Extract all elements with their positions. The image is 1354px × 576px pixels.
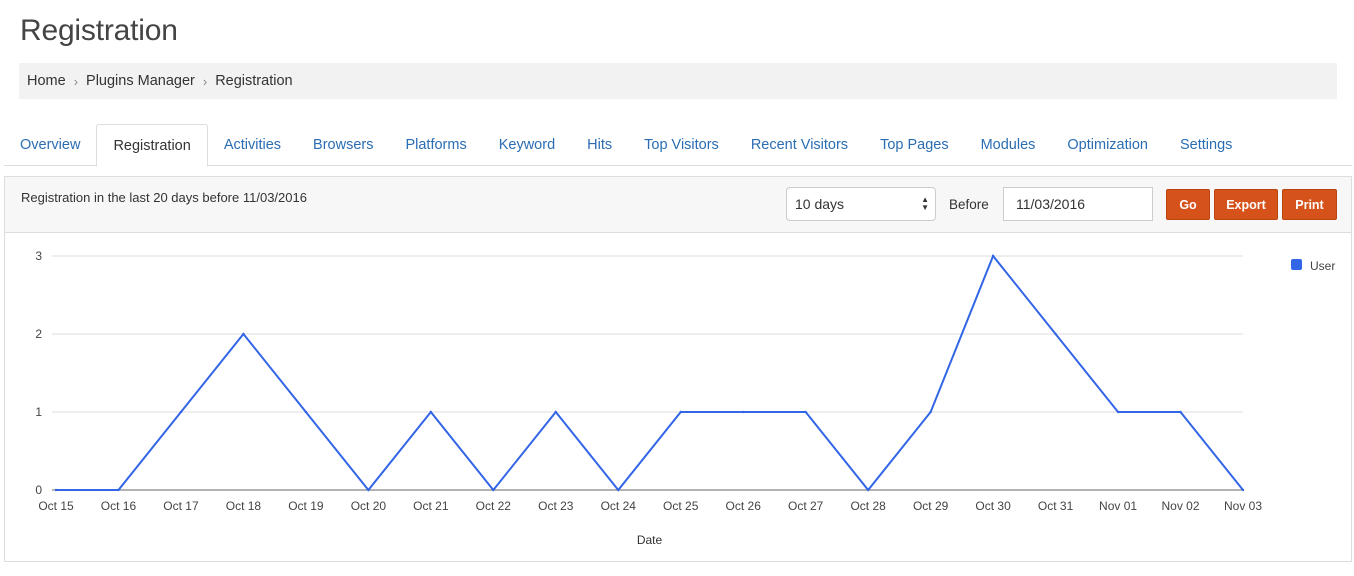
data-point — [179, 410, 183, 414]
data-point — [429, 410, 433, 414]
breadcrumb-home[interactable]: Home — [27, 73, 66, 89]
tab-browsers[interactable]: Browsers — [297, 124, 389, 166]
tab-registration[interactable]: Registration — [96, 124, 208, 167]
legend-label: User — [1310, 259, 1335, 273]
x-tick-label: Oct 25 — [663, 499, 699, 513]
data-point — [1054, 332, 1057, 336]
tab-overview[interactable]: Overview — [4, 124, 96, 166]
x-axis-label: Date — [637, 533, 663, 547]
range-select[interactable]: 10 days ▲ ▼ — [786, 187, 936, 221]
data-point — [866, 488, 870, 492]
data-point — [117, 488, 120, 492]
go-button[interactable]: Go — [1166, 189, 1210, 220]
legend-swatch — [1291, 259, 1302, 270]
y-tick-label: 3 — [35, 249, 42, 263]
x-tick-label: Oct 19 — [288, 499, 324, 513]
before-label: Before — [949, 197, 989, 212]
data-point — [929, 410, 932, 414]
x-tick-label: Nov 02 — [1162, 499, 1200, 513]
x-tick-label: Oct 17 — [163, 499, 199, 513]
data-point — [1179, 410, 1182, 414]
data-point — [679, 410, 682, 414]
x-tick-label: Oct 16 — [101, 499, 137, 513]
tab-bar: Overview Registration Activities Browser… — [4, 124, 1352, 167]
tab-top-visitors[interactable]: Top Visitors — [628, 124, 735, 166]
x-tick-label: Oct 21 — [413, 499, 449, 513]
x-tick-label: Oct 15 — [38, 499, 74, 513]
x-tick-label: Nov 03 — [1224, 499, 1262, 513]
data-point — [367, 488, 370, 492]
before-date-input[interactable] — [1003, 187, 1153, 221]
line-chart-svg: 0 1 2 3 Oct 15 Oct 16 Oct 17 Oct 18 Oct 19 Oct 20… — [35, 249, 1335, 547]
tab-activities[interactable]: Activities — [208, 124, 297, 166]
data-point — [54, 488, 58, 492]
chevron-right-icon: › — [202, 73, 208, 89]
tab-optimization[interactable]: Optimization — [1051, 124, 1164, 166]
print-button[interactable]: Print — [1282, 189, 1337, 220]
data-point — [617, 488, 620, 492]
x-tick-label: Oct 24 — [601, 499, 637, 513]
data-point — [492, 488, 495, 492]
chevron-right-icon: › — [73, 73, 79, 89]
page-title: Registration — [20, 14, 178, 47]
x-tick-label: Oct 18 — [226, 499, 262, 513]
export-button[interactable]: Export — [1214, 189, 1278, 220]
x-tick-label: Nov 01 — [1099, 499, 1137, 513]
y-tick-label: 0 — [35, 483, 42, 497]
breadcrumb-current: Registration — [215, 73, 293, 89]
breadcrumb: Home › Plugins Manager › Registration — [19, 63, 1337, 99]
x-tick-label: Oct 28 — [850, 499, 886, 513]
y-tick-label: 2 — [35, 327, 42, 341]
data-point — [1241, 488, 1245, 492]
data-point — [804, 410, 807, 414]
select-arrows-icon: ▲ ▼ — [921, 195, 929, 212]
x-tick-label: Oct 27 — [788, 499, 824, 513]
data-point — [304, 410, 308, 414]
tab-recent-visitors[interactable]: Recent Visitors — [735, 124, 864, 166]
panel-caption: Registration in the last 20 days before … — [21, 190, 307, 205]
panel-toolbar: Registration in the last 20 days before … — [5, 177, 1351, 233]
tab-hits[interactable]: Hits — [571, 124, 628, 166]
tab-keyword[interactable]: Keyword — [483, 124, 571, 166]
x-tick-label: Oct 30 — [975, 499, 1011, 513]
data-point — [991, 254, 995, 258]
x-tick-label: Oct 31 — [1038, 499, 1074, 513]
x-tick-label: Oct 22 — [476, 499, 512, 513]
breadcrumb-plugins-manager[interactable]: Plugins Manager — [86, 73, 195, 89]
x-tick-label: Oct 29 — [913, 499, 949, 513]
y-tick-label: 1 — [35, 405, 42, 419]
x-tick-label: Oct 20 — [351, 499, 387, 513]
range-select-value: 10 days — [795, 196, 845, 212]
registration-panel: Registration in the last 20 days before … — [4, 176, 1352, 562]
data-point — [742, 410, 745, 414]
x-tick-label: Oct 23 — [538, 499, 574, 513]
tab-modules[interactable]: Modules — [965, 124, 1052, 166]
x-tick-label: Oct 26 — [726, 499, 762, 513]
registration-chart: 0 1 2 3 Oct 15 Oct 16 Oct 17 Oct 18 Oct 19 Oct 20… — [5, 234, 1351, 562]
tab-platforms[interactable]: Platforms — [389, 124, 482, 166]
tab-settings[interactable]: Settings — [1164, 124, 1248, 166]
tab-top-pages[interactable]: Top Pages — [864, 124, 965, 166]
data-point — [1116, 410, 1120, 414]
series-line-user — [56, 254, 1244, 492]
data-point — [554, 410, 557, 414]
data-point — [242, 332, 245, 336]
